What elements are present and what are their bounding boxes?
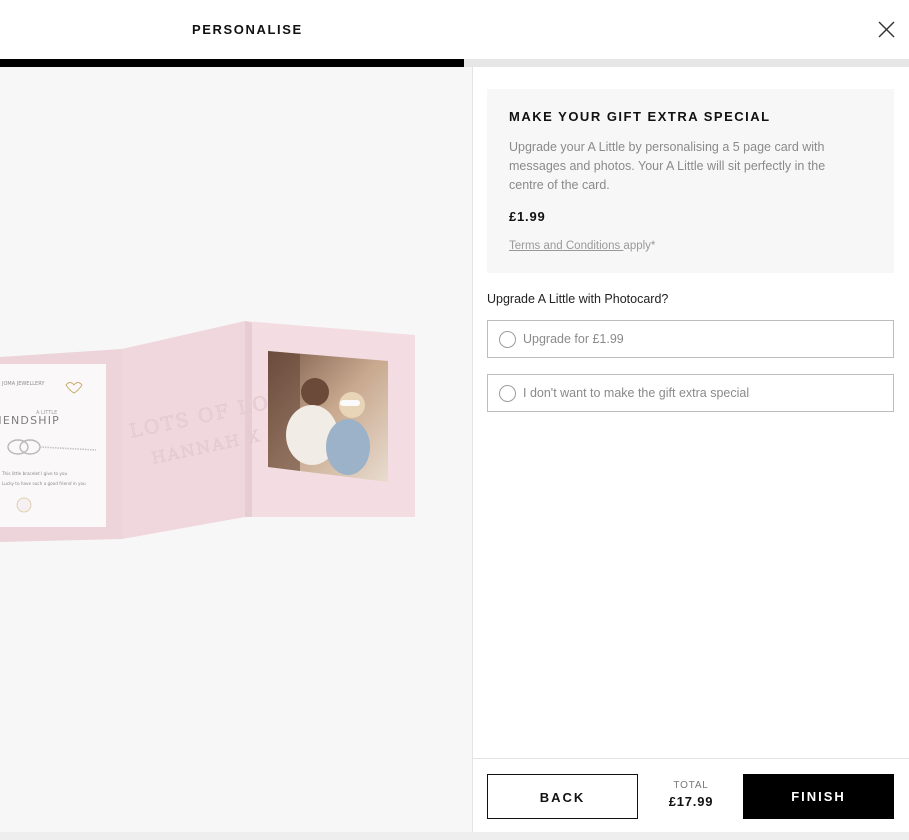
close-button[interactable] [877, 20, 896, 39]
option-no-upgrade[interactable]: I don't want to make the gift extra spec… [487, 374, 894, 412]
finish-button[interactable]: FINISH [743, 774, 894, 819]
photocard-illustration: JOMA JEWELLERY A LITTLE FRIENDSHIP This … [0, 321, 415, 542]
option-label: I don't want to make the gift extra spec… [523, 386, 750, 400]
total-label: TOTAL [673, 780, 709, 791]
upgrade-heading: MAKE YOUR GIFT EXTRA SPECIAL [509, 109, 771, 124]
terms-row: Terms and Conditions apply* [509, 240, 655, 252]
modal-header: PERSONALISE [0, 0, 909, 59]
terms-suffix: apply* [623, 240, 656, 252]
options-panel: MAKE YOUR GIFT EXTRA SPECIAL Upgrade you… [473, 67, 909, 840]
option-upgrade[interactable]: Upgrade for £1.99 [487, 320, 894, 358]
bracelet-line1: This little bracelet I give to you [1, 471, 67, 476]
bracelet-name: FRIENDSHIP [0, 414, 60, 427]
option-label: Upgrade for £1.99 [523, 332, 624, 346]
radio-button[interactable] [499, 331, 516, 348]
back-button-label: BACK [539, 790, 586, 805]
bottom-edge [0, 832, 909, 840]
progress-bar-fill [0, 59, 464, 67]
radio-button[interactable] [499, 385, 516, 402]
terms-link[interactable]: Terms and Conditions [509, 240, 623, 252]
upgrade-price: £1.99 [509, 209, 546, 224]
back-button[interactable]: BACK [487, 774, 638, 819]
order-total: TOTAL £17.99 [653, 780, 729, 809]
bracelet-card [0, 364, 106, 527]
progress-bar [0, 59, 909, 67]
close-icon [878, 21, 895, 38]
page-title: PERSONALISE [192, 22, 303, 37]
footer-divider [473, 758, 909, 759]
bracelet-line2: Lucky to have such a good friend in you [2, 481, 86, 486]
total-value: £17.99 [668, 794, 714, 809]
finish-button-label: FINISH [791, 789, 846, 804]
upgrade-description: Upgrade your A Little by personalising a… [509, 140, 826, 192]
upgrade-info-box: MAKE YOUR GIFT EXTRA SPECIAL Upgrade you… [487, 89, 894, 273]
upgrade-question: Upgrade A Little with Photocard? [487, 292, 669, 306]
bracelet-brand: JOMA JEWELLERY [1, 381, 45, 387]
card-preview: JOMA JEWELLERY A LITTLE FRIENDSHIP This … [0, 67, 472, 840]
